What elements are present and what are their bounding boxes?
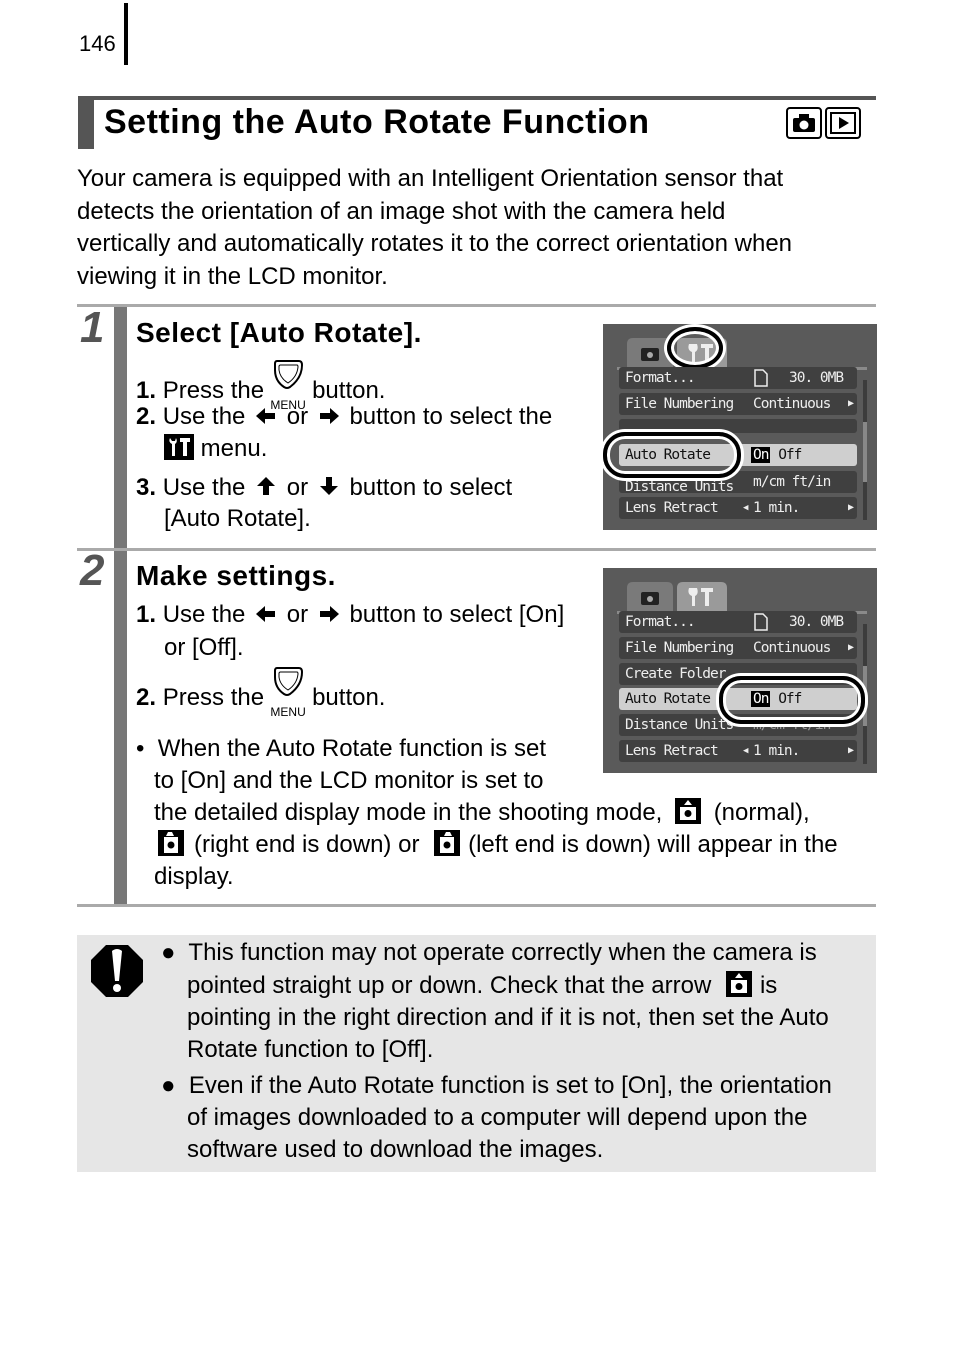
right-arrow-icon [319, 601, 339, 631]
playback-mode-icon [825, 107, 861, 139]
lcd-row-lens-retract: ◀ Lens Retract 1 min. ▶ [619, 497, 857, 519]
step-2-note-line-2: to [On] and the LCD monitor is set to [154, 767, 544, 794]
step-2-item-2: 2. Press the MENU button. [136, 667, 385, 719]
orientation-right-down-icon [158, 830, 184, 856]
left-arrow-icon [256, 403, 276, 433]
caution-bullet-1-line-1: ● This function may not operate correctl… [161, 939, 817, 966]
intro-paragraph: Your camera is equipped with an Intellig… [77, 163, 877, 293]
lcd-screenshot-step-1: Format... 30. 0MB File Numbering Continuou… [603, 324, 877, 530]
intro-line: Your camera is equipped with an Intellig… [77, 165, 784, 192]
step-2-heading: Make settings. [136, 560, 336, 591]
step-1-item-3-cont: [Auto Rotate]. [164, 505, 311, 532]
highlight-ring-setup-tab [667, 327, 723, 369]
caution-bullet-1-line-2: pointed straight up or down. Check that … [187, 971, 778, 999]
caution-icon [91, 945, 143, 997]
caution-bullet-1-line-3: pointing in the right direction and if i… [187, 1004, 829, 1031]
step-2-note-line-5: display. [154, 863, 234, 890]
lcd-tab-bar [617, 582, 867, 614]
step-2-note-line-3: the detailed display mode in the shootin… [154, 798, 810, 826]
lcd-row-create-folder: Create Folder [619, 419, 857, 433]
step-1-item-1: 1. Press the MENU button. [136, 360, 385, 412]
camera-mode-icon [786, 107, 822, 139]
highlight-ring-auto-rotate [603, 432, 741, 478]
menu-button-icon: MENU [270, 360, 306, 412]
lcd-row-file-numbering: File Numbering Continuous ▶ [619, 393, 857, 415]
step-1-item-3: 3. Use the or button to select [136, 473, 512, 504]
lcd-row-format: Format... 30. 0MB [619, 611, 857, 633]
step-2-item-1: 1. Use the or button to select [On] [136, 600, 564, 631]
step-2-bar [114, 551, 127, 905]
left-arrow-icon [256, 601, 276, 631]
highlight-ring-on-off [719, 676, 865, 724]
caution-bullet-1-line-4: Rotate function to [Off]. [187, 1036, 434, 1063]
lcd-row-format: Format... 30. 0MB [619, 367, 857, 389]
intro-line: vertically and automatically rotates it … [77, 230, 793, 257]
caution-bullet-2-line-2: of images downloaded to a computer will … [187, 1104, 808, 1131]
step-1-item-2-cont: menu. [164, 434, 267, 464]
step-2-bottom-rule [77, 904, 876, 907]
menu-button-icon: MENU [270, 667, 306, 719]
step-2-note-line-1: • When the Auto Rotate function is set [136, 735, 546, 762]
orientation-normal-icon [675, 798, 702, 824]
intro-line: detects the orientation of an image shot… [77, 197, 726, 225]
caution-box: ● This function may not operate correctl… [77, 935, 876, 1172]
caution-bullet-2-line-3: software used to download the images. [187, 1136, 604, 1163]
down-arrow-icon [319, 474, 339, 504]
orientation-arrow-icon [725, 971, 752, 997]
right-arrow-icon [319, 403, 339, 433]
step-2-note-line-4: (right end is down) or (left end is down… [158, 830, 838, 860]
title-rule [78, 96, 876, 100]
step-2-top-rule [77, 548, 876, 551]
title-accent-bar [78, 96, 94, 149]
page-number-divider [124, 3, 128, 65]
page-title: Setting the Auto Rotate Function [104, 103, 650, 141]
setup-menu-icon [164, 434, 194, 460]
step-1-item-2: 2. Use the or button to select the [136, 402, 552, 433]
lcd-scrollbar [863, 380, 867, 520]
lcd-row-file-numbering: File Numbering Continuous ▶ [619, 637, 857, 659]
step-1-number: 1 [80, 303, 105, 352]
page-number: 146 [79, 31, 116, 56]
up-arrow-icon [256, 474, 276, 504]
lcd-screenshot-step-2: Format... 30. 0MB File Numbering Continuou… [603, 568, 877, 773]
step-1-top-rule [77, 304, 876, 307]
step-1-heading: Select [Auto Rotate]. [136, 317, 422, 348]
caution-bullet-2-line-1: ● Even if the Auto Rotate function is se… [161, 1072, 832, 1099]
intro-line: viewing it in the LCD monitor. [77, 262, 388, 290]
step-2-number: 2 [80, 546, 105, 595]
step-2-item-1-cont: or [Off]. [164, 634, 244, 661]
lcd-tab-bar [617, 338, 867, 370]
step-1-bar [114, 307, 127, 548]
lcd-row-lens-retract: ◀ Lens Retract 1 min. ▶ [619, 740, 857, 762]
mode-icons [786, 107, 861, 139]
orientation-left-down-icon [434, 830, 461, 856]
